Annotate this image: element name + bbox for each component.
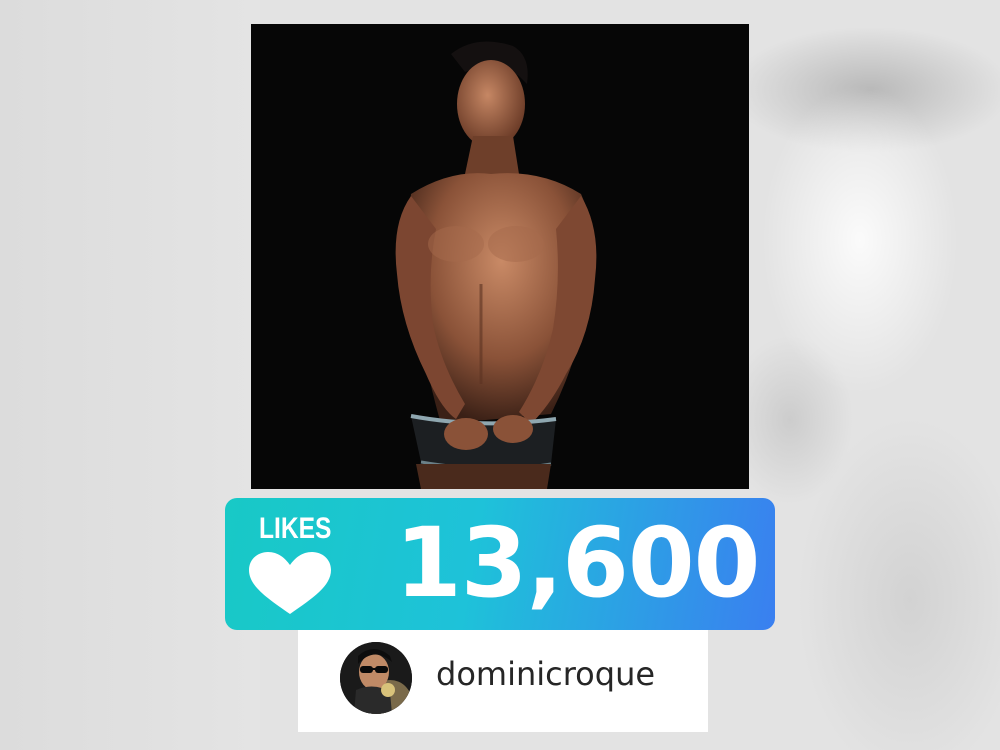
likes-count: 13,600 bbox=[395, 507, 760, 619]
background-left bbox=[0, 0, 260, 750]
avatar-icon bbox=[340, 642, 412, 714]
avatar[interactable] bbox=[340, 642, 412, 714]
user-card[interactable]: dominicroque bbox=[298, 630, 708, 732]
portrait-illustration bbox=[251, 24, 749, 489]
username[interactable]: dominicroque bbox=[436, 654, 655, 694]
post-photo bbox=[251, 24, 749, 489]
likes-banner: LIKES 13,600 bbox=[225, 498, 775, 630]
heart-icon bbox=[249, 552, 331, 614]
likes-label: LIKES bbox=[259, 512, 332, 545]
